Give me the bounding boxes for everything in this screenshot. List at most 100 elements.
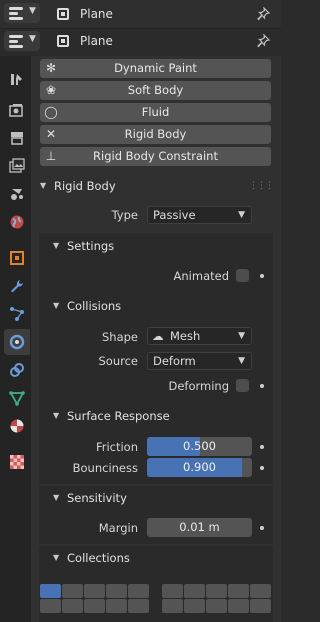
close-icon: ✕ bbox=[45, 127, 57, 141]
collection-layer-toggle[interactable] bbox=[106, 599, 127, 613]
tab-render[interactable] bbox=[4, 97, 30, 123]
collection-layer-toggle[interactable] bbox=[84, 599, 105, 613]
deforming-label: Deforming bbox=[168, 379, 229, 393]
shape-dropdown[interactable]: ☁ Mesh ▼ bbox=[147, 327, 252, 345]
dynamic-paint-button[interactable]: ✻ Dynamic Paint bbox=[40, 59, 271, 78]
collection-layer-toggle[interactable] bbox=[84, 584, 105, 598]
collection-layers-left bbox=[40, 584, 149, 613]
collection-layer-toggle[interactable] bbox=[184, 584, 205, 598]
pin-icon[interactable] bbox=[257, 34, 271, 48]
collection-layer-toggle[interactable] bbox=[184, 599, 205, 613]
object-name: Plane bbox=[80, 34, 113, 48]
soft-body-icon: ❀ bbox=[45, 83, 57, 97]
source-value: Deform bbox=[153, 354, 196, 368]
chevron-down-icon: ▼ bbox=[53, 301, 60, 310]
settings-title: Settings bbox=[67, 239, 115, 253]
wrench-icon bbox=[11, 280, 23, 293]
collection-layer-toggle[interactable] bbox=[206, 599, 227, 613]
source-label: Source bbox=[98, 354, 139, 368]
rigid-body-panel-header[interactable]: ▼ Rigid Body ⋮⋮⋮ bbox=[31, 174, 281, 198]
world-icon bbox=[10, 215, 24, 229]
tab-scene[interactable] bbox=[4, 181, 30, 207]
collection-layer-toggle[interactable] bbox=[62, 599, 83, 613]
pin-icon[interactable] bbox=[257, 7, 271, 21]
sensitivity-header[interactable]: ▼ Sensitivity bbox=[31, 486, 281, 510]
tab-constraints[interactable] bbox=[4, 357, 30, 383]
tab-tool[interactable] bbox=[4, 66, 30, 92]
collection-layer-toggle[interactable] bbox=[128, 599, 149, 613]
sensitivity-title: Sensitivity bbox=[67, 491, 127, 505]
deforming-checkbox[interactable] bbox=[236, 379, 249, 392]
physics-properties-panel: ✻ Dynamic Paint ❀ Soft Body ◯ Fluid ✕ Ri… bbox=[31, 56, 281, 622]
keyframe-dot[interactable] bbox=[260, 274, 264, 278]
collection-layer-toggle[interactable] bbox=[228, 584, 249, 598]
tab-modifiers[interactable] bbox=[4, 273, 30, 299]
properties-header: ▼ Plane bbox=[0, 28, 281, 54]
rigid-body-label: Rigid Body bbox=[124, 127, 187, 141]
type-dropdown[interactable]: Passive ▼ bbox=[147, 206, 252, 224]
collisions-header[interactable]: ▼ Collisions bbox=[31, 294, 281, 318]
shape-value: Mesh bbox=[170, 329, 201, 343]
tab-physics[interactable] bbox=[4, 329, 30, 355]
top-header-bar: ▼ Plane bbox=[0, 0, 281, 29]
properties-tab-bar bbox=[0, 56, 31, 622]
soft-body-button[interactable]: ❀ Soft Body bbox=[40, 81, 271, 100]
rigid-body-constraint-button[interactable]: ⊥ Rigid Body Constraint bbox=[40, 147, 271, 166]
chevron-down-icon: ▼ bbox=[238, 331, 245, 341]
rigid-body-remove-button[interactable]: ✕ Rigid Body bbox=[40, 125, 271, 144]
collection-layer-toggle[interactable] bbox=[162, 599, 183, 613]
keyframe-dot[interactable] bbox=[260, 445, 264, 449]
surface-response-header[interactable]: ▼ Surface Response bbox=[31, 404, 281, 428]
tab-particles[interactable] bbox=[4, 301, 30, 327]
tab-output[interactable] bbox=[4, 125, 30, 151]
chevron-down-icon: ▼ bbox=[53, 553, 60, 562]
properties-editor-icon bbox=[9, 7, 23, 20]
collection-layer-toggle[interactable] bbox=[106, 584, 127, 598]
tool-icon bbox=[11, 74, 22, 85]
shape-label: Shape bbox=[101, 330, 138, 344]
collection-layer-toggle[interactable] bbox=[206, 584, 227, 598]
collection-layer-toggle[interactable] bbox=[128, 584, 149, 598]
tab-view-layer[interactable] bbox=[4, 153, 30, 179]
chevron-down-icon: ▼ bbox=[238, 356, 245, 366]
tab-texture[interactable] bbox=[4, 449, 30, 475]
collection-layer-toggle[interactable] bbox=[40, 584, 61, 598]
chevron-down-icon: ▼ bbox=[29, 6, 36, 16]
collisions-title: Collisions bbox=[67, 299, 122, 313]
collection-layer-toggle[interactable] bbox=[62, 584, 83, 598]
friction-slider[interactable]: 0.500 bbox=[147, 437, 252, 456]
collections-header[interactable]: ▼ Collections bbox=[31, 546, 281, 570]
margin-field[interactable]: 0.01 m bbox=[147, 518, 252, 537]
drag-handle-icon[interactable]: ⋮⋮⋮ bbox=[249, 174, 274, 198]
collection-layer-toggle[interactable] bbox=[40, 599, 61, 613]
collection-layer-toggle[interactable] bbox=[250, 584, 271, 598]
fluid-label: Fluid bbox=[141, 105, 170, 119]
keyframe-dot[interactable] bbox=[260, 384, 264, 388]
bounciness-slider[interactable]: 0.900 bbox=[147, 458, 252, 477]
bounciness-label: Bounciness bbox=[72, 461, 138, 475]
fluid-button[interactable]: ◯ Fluid bbox=[40, 103, 271, 122]
type-label: Type bbox=[111, 208, 138, 222]
animated-checkbox[interactable] bbox=[236, 269, 249, 282]
panel-title: Rigid Body bbox=[54, 179, 116, 193]
collection-layer-toggle[interactable] bbox=[162, 584, 183, 598]
editor-type-button[interactable]: ▼ bbox=[4, 3, 40, 23]
type-value: Passive bbox=[153, 208, 196, 222]
keyframe-dot[interactable] bbox=[260, 466, 264, 470]
collection-layer-toggle[interactable] bbox=[228, 599, 249, 613]
tab-world[interactable] bbox=[4, 209, 30, 235]
editor-type-button[interactable]: ▼ bbox=[4, 31, 40, 51]
object-name: Plane bbox=[80, 7, 113, 21]
source-dropdown[interactable]: Deform ▼ bbox=[147, 352, 252, 370]
physics-icon bbox=[9, 334, 25, 350]
tab-object[interactable] bbox=[4, 245, 30, 271]
chevron-down-icon: ▼ bbox=[53, 493, 60, 502]
object-icon bbox=[57, 35, 69, 47]
collection-layer-toggle[interactable] bbox=[250, 599, 271, 613]
tab-material[interactable] bbox=[4, 413, 30, 439]
settings-header[interactable]: ▼ Settings bbox=[31, 234, 281, 258]
keyframe-dot[interactable] bbox=[260, 526, 264, 530]
chevron-down-icon: ▼ bbox=[53, 411, 60, 420]
tab-object-data[interactable] bbox=[4, 385, 30, 411]
render-icon bbox=[9, 104, 23, 117]
